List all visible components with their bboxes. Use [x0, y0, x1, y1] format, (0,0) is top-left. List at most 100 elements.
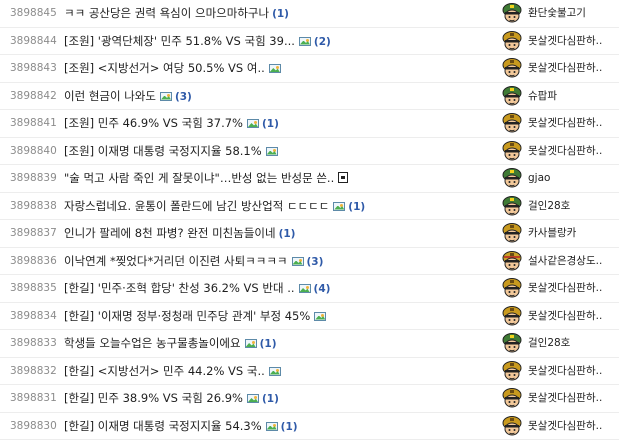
- user-level-icon: [502, 30, 522, 50]
- author-nickname[interactable]: 못살겟다심판하..: [528, 303, 602, 330]
- video-attachment-icon: [338, 172, 349, 183]
- post-title-link[interactable]: "술 먹고 사람 죽인 게 잘못이냐"…반성 없는 반성문 쓴..: [64, 165, 349, 192]
- image-attachment-icon: [246, 394, 259, 403]
- post-title-link[interactable]: [한길] '이재명 정부·정청래 민주당 관계' 부정 45%: [64, 303, 327, 330]
- user-level-icon: [502, 360, 522, 380]
- post-row[interactable]: 3898836 이낙연계 *찢었다*거리던 이진련 사퇴ㅋㅋㅋㅋ (3) 설사같은경상…: [0, 248, 619, 276]
- post-title-text: [한길] '민주·조혁 합당' 찬성 36.2% VS 반대 ..: [64, 281, 295, 295]
- user-level-icon: [502, 113, 522, 133]
- image-attachment-icon: [246, 119, 259, 128]
- post-number: 3898839: [10, 172, 57, 184]
- post-title-text: 인니가 팔레에 8천 파병? 완전 미친놈들이네: [64, 226, 276, 240]
- post-title-link[interactable]: [조원] '광역단체장' 민주 51.8% VS 국힘 39... (2): [64, 28, 331, 56]
- post-row[interactable]: 3898845 ㅋㅋ 공산당은 권력 욕심이 으마으마하구나 (1) 환단숯불고기: [0, 0, 619, 28]
- post-row[interactable]: 3898838 자랑스럽네요. 윤통이 폴란드에 남긴 방산업적 ㄷㄷㄷㄷ (1) 걸…: [0, 193, 619, 221]
- user-level-icon: [502, 85, 522, 105]
- post-number: 3898833: [10, 337, 57, 349]
- post-number: 3898844: [10, 34, 57, 47]
- user-level-icon: [502, 140, 522, 160]
- comment-count[interactable]: (3): [307, 256, 324, 268]
- post-row[interactable]: 3898831 [한길] 민주 38.9% VS 국힘 26.9% (1) 못살겟다심…: [0, 385, 619, 413]
- author-nickname[interactable]: 못살겟다심판하..: [528, 55, 602, 82]
- post-row[interactable]: 3898843 [조원] <지방선거> 여당 50.5% VS 여.. 못살겟다심판…: [0, 55, 619, 83]
- comment-count[interactable]: (2): [314, 36, 331, 48]
- post-title-link[interactable]: [조원] 민주 46.9% VS 국힘 37.7% (1): [64, 110, 279, 138]
- author-nickname[interactable]: 걸인28호: [528, 193, 570, 220]
- author-nickname[interactable]: 슈팝파: [528, 83, 557, 110]
- post-number: 3898837: [10, 227, 57, 239]
- comment-count[interactable]: (1): [262, 118, 279, 130]
- post-title-link[interactable]: 자랑스럽네요. 윤통이 폴란드에 남긴 방산업적 ㄷㄷㄷㄷ (1): [64, 193, 365, 221]
- post-title-text: [한길] <지방선거> 민주 44.2% VS 국..: [64, 363, 265, 378]
- author-nickname[interactable]: 못살겟다심판하..: [528, 413, 602, 440]
- author-nickname[interactable]: 카사블랑카: [528, 220, 576, 247]
- user-level-icon: [502, 250, 522, 270]
- post-title-link[interactable]: 학생들 오늘수업은 농구물총놀이에요 (1): [64, 330, 277, 358]
- image-attachment-icon: [333, 201, 346, 211]
- image-attachment-icon: [268, 366, 281, 376]
- user-level-icon: [502, 333, 522, 353]
- post-title-text: [한길] '이재명 정부·정청래 민주당 관계' 부정 45%: [64, 308, 311, 323]
- post-title-link[interactable]: 인니가 팔레에 8천 파병? 완전 미친놈들이네 (1): [64, 220, 295, 248]
- comment-count[interactable]: (1): [281, 421, 298, 433]
- author-nickname[interactable]: 못살겟다심판하..: [528, 28, 602, 55]
- image-attachment-icon: [265, 421, 278, 431]
- post-title-text: [조원] '광역단체장' 민주 51.8% VS 국힘 39...: [64, 33, 295, 48]
- post-number: 3898835: [10, 282, 57, 294]
- user-level-icon: [502, 388, 522, 408]
- post-number: 3898830: [10, 419, 57, 432]
- post-title-text: 자랑스럽네요. 윤통이 폴란드에 남긴 방산업적 ㄷㄷㄷㄷ: [64, 198, 330, 213]
- post-title-text: ㅋㅋ 공산당은 권력 욕심이 으마으마하구나: [64, 6, 270, 20]
- image-attachment-icon: [298, 36, 311, 46]
- author-nickname[interactable]: gjao: [528, 165, 550, 192]
- post-title-link[interactable]: 이낙연계 *찢었다*거리던 이진련 사퇴ㅋㅋㅋㅋ (3): [64, 248, 323, 276]
- post-row[interactable]: 3898840 [조원] 이재명 대통령 국정지지율 58.1% 못살겟다심판하..: [0, 138, 619, 165]
- comment-count[interactable]: (1): [348, 201, 365, 213]
- post-row[interactable]: 3898833 학생들 오늘수업은 농구물총놀이에요 (1) 걸인28호: [0, 330, 619, 358]
- post-number: 3898836: [10, 254, 57, 267]
- author-nickname[interactable]: 환단숯불고기: [528, 0, 586, 27]
- author-nickname[interactable]: 못살겟다심판하..: [528, 275, 602, 302]
- post-title-link[interactable]: ㅋㅋ 공산당은 권력 욕심이 으마으마하구나 (1): [64, 0, 289, 28]
- post-row[interactable]: 3898830 [한길] 이재명 대통령 국정지지율 54.3% (1) 못살겟다심판…: [0, 413, 619, 441]
- post-title-link[interactable]: [조원] <지방선거> 여당 50.5% VS 여..: [64, 55, 281, 82]
- comment-count[interactable]: (1): [260, 338, 277, 350]
- author-nickname[interactable]: 못살겟다심판하..: [528, 358, 602, 385]
- image-attachment-icon: [291, 256, 304, 266]
- post-title-text: [한길] 이재명 대통령 국정지지율 54.3%: [64, 418, 262, 433]
- post-row[interactable]: 3898839 "술 먹고 사람 죽인 게 잘못이냐"…반성 없는 반성문 쓴..…: [0, 165, 619, 193]
- author-nickname[interactable]: 걸인28호: [528, 330, 570, 357]
- post-title-link[interactable]: [한길] 이재명 대통령 국정지지율 54.3% (1): [64, 413, 298, 441]
- author-nickname[interactable]: 설사같은경상도..: [528, 248, 602, 275]
- post-number: 3898842: [10, 89, 57, 102]
- post-title-link[interactable]: [조원] 이재명 대통령 국정지지율 58.1%: [64, 138, 278, 165]
- post-title-link[interactable]: 이런 현금이 나와도 (3): [64, 83, 192, 111]
- user-level-icon: [502, 415, 522, 435]
- post-title-link[interactable]: [한길] 민주 38.9% VS 국힘 26.9% (1): [64, 385, 279, 413]
- post-number: 3898838: [10, 199, 57, 212]
- post-row[interactable]: 3898842 이런 현금이 나와도 (3) 슈팝파: [0, 83, 619, 111]
- comment-count[interactable]: (1): [272, 8, 289, 20]
- post-row[interactable]: 3898835 [한길] '민주·조혁 합당' 찬성 36.2% VS 반대 ..…: [0, 275, 619, 303]
- author-nickname[interactable]: 못살겟다심판하..: [528, 138, 602, 165]
- comment-count[interactable]: (4): [314, 283, 331, 295]
- comment-count[interactable]: (3): [175, 91, 192, 103]
- author-nickname[interactable]: 못살겟다심판하..: [528, 385, 602, 412]
- post-number: 3898831: [10, 392, 57, 404]
- post-row[interactable]: 3898844 [조원] '광역단체장' 민주 51.8% VS 국힘 39...…: [0, 28, 619, 56]
- image-attachment-icon: [314, 311, 327, 321]
- post-title-link[interactable]: [한길] '민주·조혁 합당' 찬성 36.2% VS 반대 .. (4): [64, 275, 330, 303]
- post-title-link[interactable]: [한길] <지방선거> 민주 44.2% VS 국..: [64, 358, 281, 385]
- user-level-icon: [502, 58, 522, 78]
- post-row[interactable]: 3898832 [한길] <지방선거> 민주 44.2% VS 국.. 못살겟다심판…: [0, 358, 619, 385]
- post-number: 3898834: [10, 309, 57, 322]
- post-row[interactable]: 3898841 [조원] 민주 46.9% VS 국힘 37.7% (1) 못살겟다심…: [0, 110, 619, 138]
- post-row[interactable]: 3898837 인니가 팔레에 8천 파병? 완전 미친놈들이네 (1) 카사블랑카: [0, 220, 619, 248]
- author-nickname[interactable]: 못살겟다심판하..: [528, 110, 602, 137]
- comment-count[interactable]: (1): [262, 393, 279, 405]
- post-number: 3898832: [10, 364, 57, 377]
- user-level-icon: [502, 305, 522, 325]
- post-row[interactable]: 3898834 [한길] '이재명 정부·정청래 민주당 관계' 부정 45% 못살…: [0, 303, 619, 330]
- comment-count[interactable]: (1): [279, 228, 296, 240]
- user-level-icon: [502, 168, 522, 188]
